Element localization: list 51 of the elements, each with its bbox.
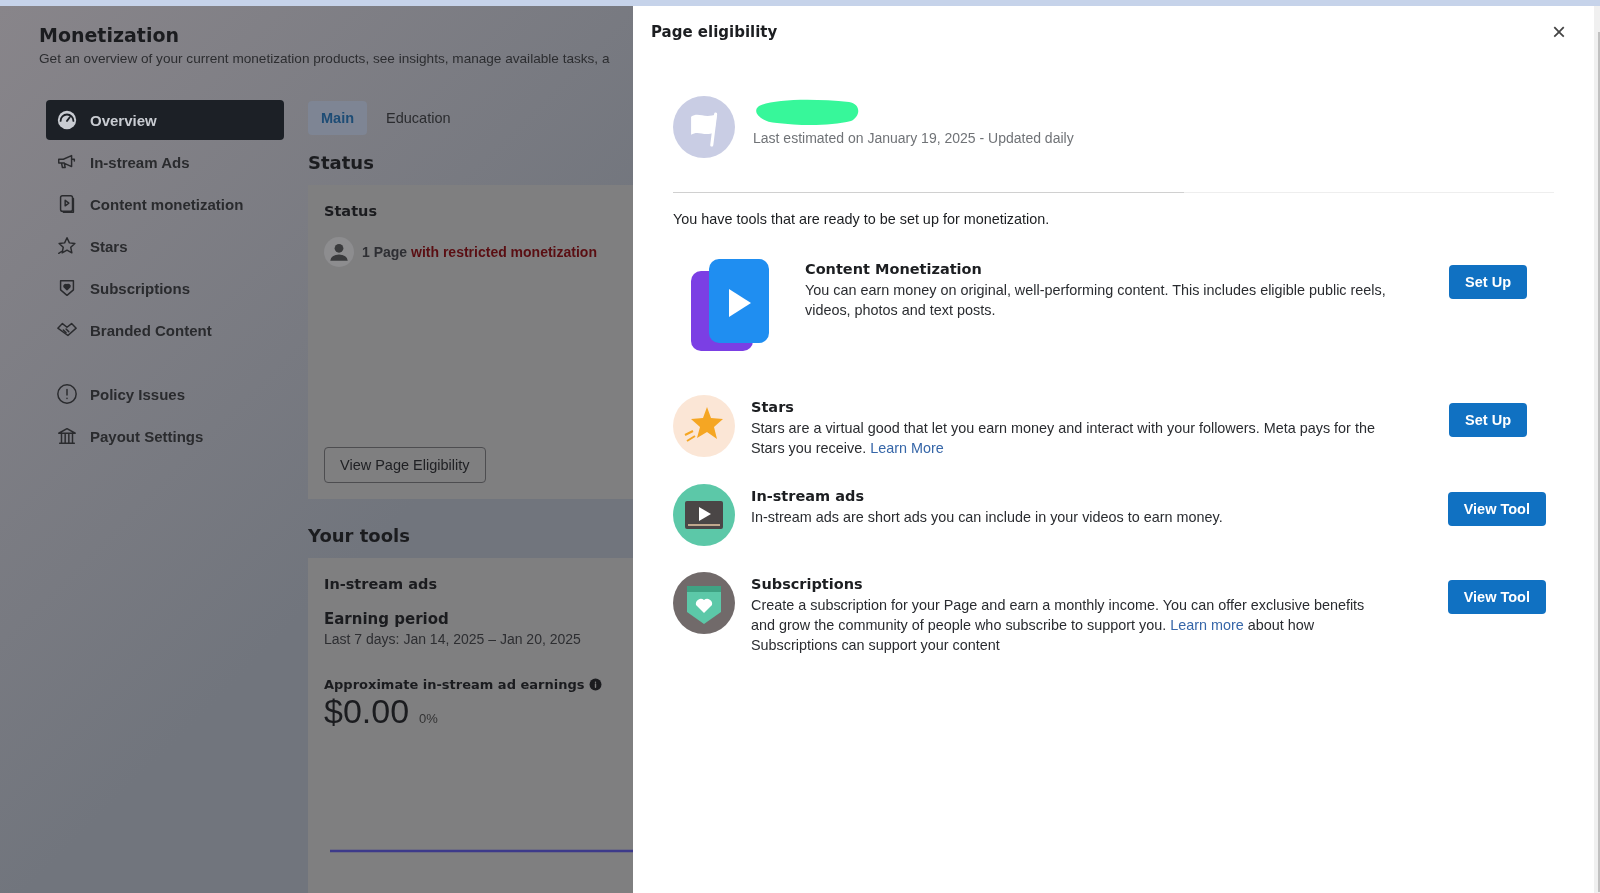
tool-button[interactable]: View Tool (1447, 492, 1546, 526)
earnings-amount: $0.00 (324, 692, 410, 731)
sidebar-item[interactable]: Payout Settings (46, 416, 284, 456)
bank-icon (56, 425, 78, 447)
flag-avatar-icon (673, 96, 735, 158)
sidebar-item[interactable]: Policy Issues (46, 374, 284, 414)
tool-button[interactable]: View Tool (1447, 580, 1546, 614)
intro-text: You have tools that are ready to be set up for monetization. (672, 210, 1051, 229)
page-description: Get an overview of your current monetization products, see insights, manage available tasks, a (39, 51, 611, 66)
video-player-icon (673, 484, 735, 546)
dialog-title: Page eligibility (651, 23, 778, 41)
section-heading: Your tools (308, 524, 411, 546)
tool-button[interactable]: Set Up (1449, 265, 1527, 299)
card-title: Status (324, 203, 379, 219)
card-title: In-stream ads (324, 576, 439, 592)
tab[interactable]: Main (308, 101, 368, 135)
earnings-label: Approximate in-stream ad earnings (324, 677, 585, 692)
learn-more-link[interactable]: Learn More (870, 440, 944, 456)
learn-more-link[interactable]: Learn more (1170, 617, 1244, 633)
tool-title: In-stream ads (751, 488, 866, 504)
tool-title: Stars (751, 399, 795, 415)
estimate-text: Last estimated on January 19, 2025 - Updated daily (753, 130, 1074, 146)
sidebar-item[interactable]: Branded Content (46, 310, 284, 350)
tool-description: Stars are a virtual good that let you earn money and interact with your followers. Meta pays for the Stars you receive. Learn More (751, 419, 1376, 458)
status-text: 1 Page with restricted monetization (362, 244, 597, 260)
sidebar-item[interactable]: Content monetization (46, 184, 284, 224)
person-avatar-icon (324, 237, 354, 267)
sidebar-item[interactable]: Subscriptions (46, 268, 284, 308)
page-title: Monetization (39, 24, 181, 46)
sidebar-item[interactable]: Stars (46, 226, 284, 266)
close-button[interactable]: × (1548, 20, 1570, 44)
tool-description: You can earn money on original, well-performing content. This includes eligible public reels, videos, photos and text posts. (805, 281, 1387, 320)
gauge-icon (56, 109, 78, 131)
star-icon (56, 235, 78, 257)
tool-description: Create a subscription for your Page and earn a monthly income. You can offer exclusive benefits and grow the community of people who subscribe to support you. Learn more about how Subscriptions can support your content (751, 596, 1366, 655)
earning-period-dates: Last 7 days: Jan 14, 2025 – Jan 20, 2025 (324, 631, 582, 647)
star-badge-icon (673, 395, 735, 457)
heart-badge-icon (673, 572, 735, 634)
exclamation-circle-icon (56, 383, 78, 405)
earning-period-label: Earning period (324, 610, 450, 628)
tool-title: Content Monetization (805, 261, 983, 277)
tool-title: Subscriptions (751, 576, 864, 592)
section-heading: Status (308, 152, 375, 173)
sidebar-item[interactable]: In-stream Ads (46, 142, 284, 182)
tool-button[interactable]: Set Up (1449, 403, 1527, 437)
sidebar-item[interactable]: Overview (46, 100, 284, 140)
tab[interactable]: Education (373, 101, 464, 135)
info-icon (589, 678, 603, 691)
view-page-eligibility-button[interactable]: View Page Eligibility (324, 447, 486, 483)
tool-description: In-stream ads are short ads you can include in your videos to earn money. (751, 508, 1224, 527)
percent-change: 0% (419, 711, 438, 726)
